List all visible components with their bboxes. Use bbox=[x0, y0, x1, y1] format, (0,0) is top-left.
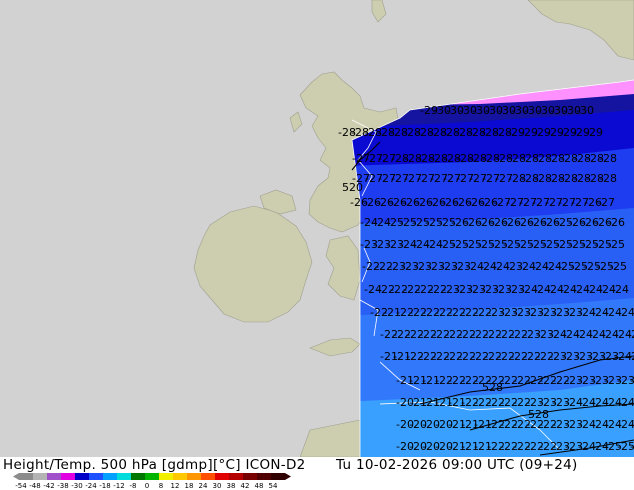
colorbar-swatch bbox=[33, 473, 47, 480]
colorbar-tick-label: 38 bbox=[227, 482, 236, 490]
temperature-value-label: -25 bbox=[607, 238, 625, 251]
forecast-map[interactable]: 520 528 528 -29-30-30-30-30-30-30-30-30-… bbox=[0, 0, 634, 457]
temperature-value-label: -29 bbox=[585, 126, 603, 139]
colorbar-tick-label: -48 bbox=[29, 482, 40, 490]
colorbar-swatch bbox=[19, 473, 33, 480]
map-viewer: 520 528 528 -29 -30 -30 -30 -30 -30 -30 -30 -30-… bbox=[0, 0, 634, 490]
valid-time: Tu 10-02-2026 09:00 UTC (09+24) bbox=[336, 457, 578, 473]
colorbar-tick-label: 54 bbox=[269, 482, 278, 490]
colorbar-min-arrow bbox=[13, 473, 19, 480]
color-scale-legend: -54 -48 -42 -38 -30 -24 -18 -12 -8 0 8 12 18 24 30 38 42… bbox=[13, 473, 291, 490]
map-title: Height/Temp. 500 hPa [gdmp][°C] ICON-D2 bbox=[3, 457, 306, 473]
colorbar-swatch bbox=[257, 473, 271, 480]
temperature-value-label: -24 bbox=[627, 328, 634, 341]
temperature-value-label: -24 bbox=[630, 374, 634, 387]
temperature-value-label: -25 bbox=[630, 440, 634, 453]
colorbar-swatch bbox=[271, 473, 285, 480]
colorbar-swatch bbox=[173, 473, 187, 480]
temperature-value-label: -24 bbox=[627, 350, 634, 363]
temperature-value-label: -24 bbox=[617, 306, 634, 319]
colorbar-tick-label: -42 bbox=[43, 482, 54, 490]
temperature-value-label: -24 bbox=[611, 283, 629, 296]
colorbar-swatch bbox=[145, 473, 159, 480]
colorbar-swatch bbox=[75, 473, 89, 480]
colorbar-swatch bbox=[117, 473, 131, 480]
colorbar-tick-label: 48 bbox=[255, 482, 264, 490]
colorbar-swatch bbox=[159, 473, 173, 480]
map-footer: Height/Temp. 500 hPa [gdmp][°C] ICON-D2 … bbox=[0, 457, 634, 490]
colorbar-tick-label: 12 bbox=[171, 482, 180, 490]
temperature-value-label: -24 bbox=[630, 396, 634, 409]
colorbar-tick-label: 30 bbox=[213, 482, 222, 490]
colorbar-swatch bbox=[131, 473, 145, 480]
colorbar-max-arrow bbox=[285, 473, 291, 480]
colorbar-tick-label: -24 bbox=[85, 482, 97, 490]
colorbar-tick-label: -54 bbox=[15, 482, 27, 490]
temperature-value-label: -30 bbox=[576, 104, 594, 117]
colorbar-tick-label: -8 bbox=[130, 482, 137, 490]
colorbar-swatch bbox=[103, 473, 117, 480]
colorbar-tick-label: 0 bbox=[145, 482, 149, 490]
temperature-value-label: -28 bbox=[599, 152, 617, 165]
temperature-value-label: -26 bbox=[607, 216, 625, 229]
colorbar-swatch bbox=[243, 473, 257, 480]
colorbar-tick-label: 8 bbox=[159, 482, 163, 490]
temperature-value-label: -27 bbox=[597, 196, 615, 209]
colorbar-tick-label: -30 bbox=[71, 482, 82, 490]
colorbar-swatch bbox=[215, 473, 229, 480]
colorbar-swatch bbox=[47, 473, 61, 480]
colorbar-tick-label: -18 bbox=[99, 482, 110, 490]
colorbar-tick-label: 24 bbox=[199, 482, 208, 490]
colorbar-tick-label: -38 bbox=[57, 482, 68, 490]
colorbar-tick-label: 18 bbox=[185, 482, 194, 490]
temperature-value-label: -25 bbox=[609, 260, 627, 273]
colorbar-tick-label: 42 bbox=[241, 482, 250, 490]
temperature-value-label: -28 bbox=[599, 172, 617, 185]
colorbar-tick-label: -12 bbox=[113, 482, 124, 490]
temperature-value-label: -24 bbox=[630, 418, 634, 431]
colorbar-swatch bbox=[187, 473, 201, 480]
colorbar-swatch bbox=[61, 473, 75, 480]
colorbar-swatch bbox=[89, 473, 103, 480]
colorbar-swatch bbox=[229, 473, 243, 480]
colorbar-swatch bbox=[201, 473, 215, 480]
